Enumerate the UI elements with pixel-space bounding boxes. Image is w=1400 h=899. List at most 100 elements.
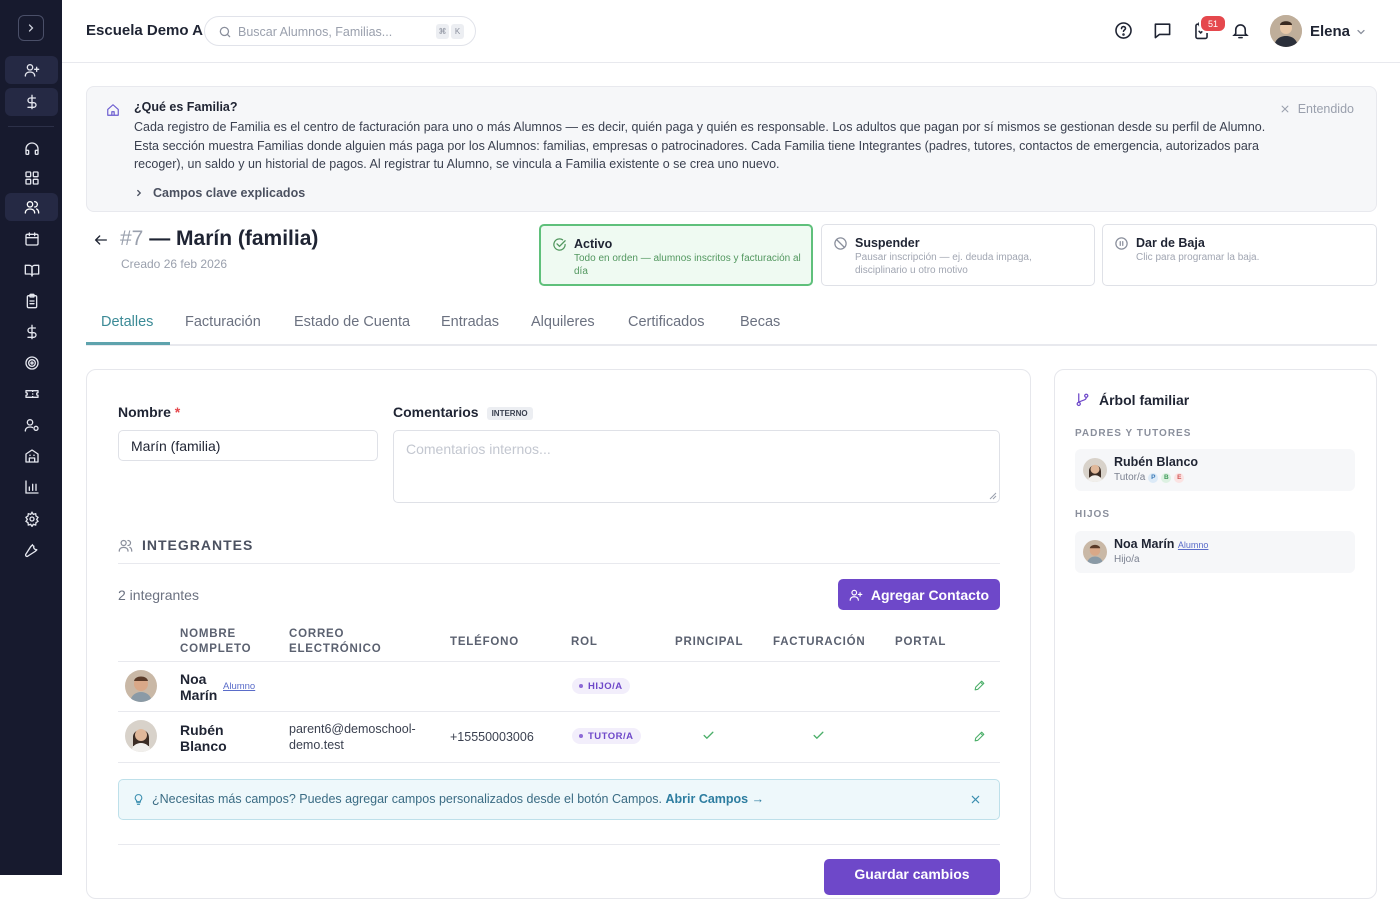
sidebar-item-reports[interactable] — [5, 473, 58, 501]
tab-billing[interactable]: Facturación — [185, 314, 261, 330]
primary-chip: P — [1148, 473, 1159, 483]
edit-pencil-icon[interactable] — [973, 730, 986, 743]
open-fields-link[interactable]: Abrir Campos → — [665, 792, 764, 806]
role-chip: TUTOR/A — [572, 728, 641, 744]
col-name-line1: NOMBRE — [180, 628, 236, 640]
role-chip-label: HIJO/A — [588, 680, 623, 692]
sidebar-item-tickets[interactable] — [5, 380, 58, 408]
student-link[interactable]: Alumno — [1178, 540, 1209, 550]
chevron-down-icon[interactable] — [1355, 26, 1367, 38]
info-toggle[interactable]: Campos clave explicados — [134, 186, 305, 200]
custom-fields-tip: ¿Necesitas más campos? Puedes agregar ca… — [118, 779, 1000, 820]
internal-chip: INTERNO — [486, 406, 533, 420]
comments-label-text: Comentarios — [393, 404, 479, 420]
tab-rentals[interactable]: Alquileres — [531, 314, 595, 330]
sidebar-item-dashboard[interactable] — [5, 164, 58, 192]
col-name: NOMBRE COMPLETO — [180, 627, 251, 657]
sidebar-expand-button[interactable] — [18, 15, 44, 41]
status-deactivate-card[interactable]: Dar de Baja Clic para programar la baja. — [1102, 224, 1377, 286]
sidebar-item-settings[interactable] — [5, 505, 58, 533]
search-placeholder: Buscar Alumnos, Familias... — [238, 25, 393, 39]
tree-child-name-text: Noa Marín — [1114, 537, 1175, 551]
sidebar-item-calendar[interactable] — [5, 225, 58, 253]
children-group-label: HIJOS — [1075, 509, 1111, 520]
tip-text: ¿Necesitas más campos? Puedes agregar ca… — [152, 792, 764, 806]
sidebar-item-tools[interactable] — [5, 536, 58, 564]
grid-icon — [24, 171, 39, 185]
member-phone: +15550003006 — [450, 730, 534, 744]
home-icon — [107, 104, 119, 116]
help-icon[interactable] — [1114, 21, 1133, 40]
chat-icon[interactable] — [1153, 21, 1172, 40]
tab-bar: Detalles Facturación Estado de Cuenta En… — [86, 302, 1377, 346]
add-contact-label: Agregar Contacto — [870, 586, 990, 603]
sidebar-item-support[interactable] — [5, 135, 58, 163]
avatar[interactable] — [1270, 15, 1302, 47]
row-divider — [118, 762, 1000, 763]
status-label: Suspender — [855, 236, 920, 250]
sidebar-item-families[interactable] — [5, 193, 58, 221]
name-input-value: Marín (familia) — [131, 438, 221, 454]
footer-divider — [118, 844, 1000, 845]
search-input[interactable]: Buscar Alumnos, Familias... ⌘ K — [204, 16, 476, 46]
tree-parent-name: Rubén Blanco — [1114, 455, 1199, 469]
section-divider — [118, 563, 1000, 564]
edit-pencil-icon[interactable] — [973, 679, 986, 692]
tab-entries[interactable]: Entradas — [441, 314, 499, 330]
building-icon — [24, 449, 39, 463]
sidebar-item-staff[interactable] — [5, 411, 58, 439]
details-card: Nombre * Marín (familia) Comentarios INTE… — [86, 369, 1031, 899]
school-name[interactable]: Escuela Demo A — [86, 22, 203, 39]
sidebar-item-attendance[interactable] — [5, 287, 58, 315]
col-email-line2: ELECTRÓNICO — [289, 643, 382, 655]
comments-textarea[interactable]: Comentarios internos... — [393, 430, 1000, 503]
dismiss-button[interactable]: Entendido — [1280, 102, 1354, 116]
resize-handle-icon[interactable] — [989, 492, 997, 500]
member-avatar-icon — [125, 720, 157, 752]
tab-account-statement[interactable]: Estado de Cuenta — [294, 314, 410, 330]
info-toggle-label: Campos clave explicados — [153, 186, 306, 200]
tab-details[interactable]: Detalles — [101, 314, 153, 330]
col-name-line2: COMPLETO — [180, 643, 252, 655]
close-icon — [1281, 105, 1289, 113]
save-button[interactable]: Guardar cambios — [824, 859, 1000, 895]
dismiss-label: Entendido — [1297, 102, 1354, 116]
tree-parent-item[interactable]: Rubén Blanco Tutor/a P B E — [1075, 449, 1355, 491]
col-role: ROL — [571, 636, 598, 648]
avatar — [125, 720, 157, 752]
tree-child-item[interactable]: Noa Marín Alumno Hijo/a — [1075, 531, 1355, 573]
status-active-card[interactable]: Activo Todo en orden — alumnos inscritos… — [539, 224, 813, 286]
tab-certificates[interactable]: Certificados — [628, 314, 705, 330]
sidebar-item-add-student[interactable] — [5, 56, 58, 84]
pause-circle-icon — [1115, 237, 1128, 250]
check-icon — [703, 731, 714, 740]
git-branch-icon — [1076, 393, 1089, 407]
status-label: Activo — [574, 237, 613, 251]
add-contact-button[interactable]: Agregar Contacto — [838, 579, 1000, 610]
tab-scholarships[interactable]: Becas — [740, 314, 780, 330]
back-arrow-icon[interactable] — [93, 232, 109, 248]
sidebar-item-courses[interactable] — [5, 256, 58, 284]
close-icon[interactable] — [970, 794, 981, 805]
sidebar-item-payments[interactable] — [5, 88, 58, 116]
col-email: CORREO ELECTRÓNICO — [289, 627, 382, 657]
status-suspend-card[interactable]: Suspender Pausar inscripción — ej. deuda… — [821, 224, 1095, 286]
bell-icon[interactable] — [1231, 21, 1250, 40]
page-title: #7 — Marín (familia) — [120, 227, 318, 251]
sidebar-item-goals[interactable] — [5, 349, 58, 377]
check-icon — [813, 731, 824, 740]
sidebar-item-billing[interactable] — [5, 318, 58, 346]
user-plus-icon — [849, 589, 863, 601]
sidebar-item-school[interactable] — [5, 442, 58, 470]
users-icon — [118, 539, 133, 552]
student-link[interactable]: Alumno — [223, 681, 255, 692]
user-name[interactable]: Elena — [1310, 23, 1350, 40]
wrench-icon — [24, 543, 38, 558]
members-count: 2 integrantes — [118, 587, 199, 603]
tree-child-name: Noa Marín Alumno — [1114, 537, 1208, 551]
comments-label: Comentarios INTERNO — [393, 404, 533, 420]
sidebar-divider — [8, 126, 54, 127]
col-email-line1: CORREO — [289, 628, 345, 640]
name-input[interactable]: Marín (familia) — [118, 430, 378, 461]
member-name: Rubén Blanco — [180, 722, 227, 754]
